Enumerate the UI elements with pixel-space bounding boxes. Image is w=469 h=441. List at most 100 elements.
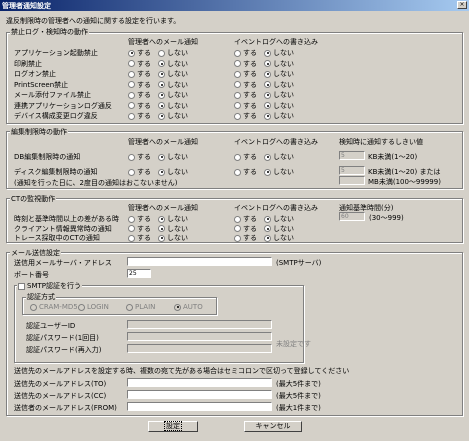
sec1-row-4-log-no-radio-icon[interactable]: [264, 91, 271, 99]
sec3-row-1-log-no-radio-icon[interactable]: [264, 225, 271, 232]
cancel-button[interactable]: キャンセル: [244, 421, 302, 432]
sec1-row-1-mail-yes-radio[interactable]: する: [128, 59, 151, 69]
sec3-row-0-log-no-radio[interactable]: しない: [264, 214, 294, 224]
sec3-row-0-mail-yes-radio[interactable]: する: [128, 214, 151, 224]
sec1-row-1-log-yes-radio-icon[interactable]: [234, 60, 241, 67]
sec3-row-0-mail-no-radio[interactable]: しない: [158, 214, 188, 224]
sec2-row-1-log-no-radio-icon[interactable]: [264, 168, 271, 176]
sec2-row-1-log-yes-radio[interactable]: する: [234, 167, 257, 177]
sec1-row-1-log-no-radio-icon[interactable]: [264, 60, 271, 67]
sec1-row-4-mail-no-radio-icon[interactable]: [158, 91, 165, 99]
sec1-row-4-mail-yes-radio-icon[interactable]: [128, 91, 135, 99]
smtp-server-input[interactable]: [127, 257, 272, 266]
sec3-row-2-mail-no-radio[interactable]: しない: [158, 233, 188, 243]
sec2-row-0-mail-yes-radio[interactable]: する: [128, 152, 151, 162]
sec3-row-2-mail-yes-radio[interactable]: する: [128, 233, 151, 243]
sec1-row-2-log-yes-radio-icon[interactable]: [234, 70, 241, 78]
sec3-row-2-log-yes-radio[interactable]: する: [234, 233, 257, 243]
sec3-row-2-log-no-radio-icon[interactable]: [264, 234, 271, 242]
sec2-row-0-mail-no-radio[interactable]: しない: [158, 152, 188, 162]
sec3-row-1-log-yes-radio[interactable]: する: [234, 224, 257, 234]
sec1-row-1-mail-no-radio[interactable]: しない: [158, 59, 188, 69]
sec2-row-0-log-no-radio-icon[interactable]: [264, 153, 271, 161]
sec1-row-3-log-no-radio[interactable]: しない: [264, 80, 294, 90]
sec1-row-3-mail-yes-radio-icon[interactable]: [128, 81, 135, 88]
sec1-row-4-mail-yes-radio[interactable]: する: [128, 90, 151, 100]
sec1-row-6-log-no-radio[interactable]: しない: [264, 111, 294, 121]
sec1-row-5-log-no-radio-icon[interactable]: [264, 102, 271, 109]
port-input[interactable]: 25: [127, 269, 151, 278]
sec3-row-0-log-no-radio-icon[interactable]: [264, 215, 271, 223]
sec1-row-0-log-no-radio[interactable]: しない: [264, 48, 294, 58]
cc-input[interactable]: [127, 390, 272, 399]
sec1-row-2-mail-yes-radio[interactable]: する: [128, 69, 151, 79]
sec1-row-3-log-no-radio-icon[interactable]: [264, 81, 271, 88]
sec2-row-0-log-no-radio[interactable]: しない: [264, 152, 294, 162]
sec2-row-0-mail-no-radio-icon[interactable]: [158, 153, 165, 161]
smtp-auth-checkbox[interactable]: SMTP認証を行う: [17, 281, 82, 291]
checkbox-icon[interactable]: [18, 282, 25, 290]
sec1-row-3-mail-no-radio[interactable]: しない: [158, 80, 188, 90]
sec1-row-2-mail-no-radio-icon[interactable]: [158, 70, 165, 78]
sec1-row-6-log-yes-radio-icon[interactable]: [234, 112, 241, 120]
sec1-row-6-log-no-radio-icon[interactable]: [264, 112, 271, 120]
sec1-row-5-mail-no-radio[interactable]: しない: [158, 101, 188, 111]
sec3-row-1-mail-yes-radio[interactable]: する: [128, 224, 151, 234]
sec3-row-2-log-no-radio[interactable]: しない: [264, 233, 294, 243]
sec3-row-2-mail-yes-radio-icon[interactable]: [128, 234, 135, 242]
auth-user-input[interactable]: [127, 320, 272, 329]
sec1-row-2-log-yes-radio[interactable]: する: [234, 69, 257, 79]
sec1-row-1-log-no-radio[interactable]: しない: [264, 59, 294, 69]
sec2-row-1-threshold-input[interactable]: 5: [339, 166, 365, 175]
sec1-row-2-log-no-radio[interactable]: しない: [264, 69, 294, 79]
sec1-row-1-mail-yes-radio-icon[interactable]: [128, 60, 135, 67]
sec1-row-4-mail-no-radio[interactable]: しない: [158, 90, 188, 100]
sec3-row-1-log-no-radio[interactable]: しない: [264, 224, 294, 234]
sec2-row-1-mail-no-radio[interactable]: しない: [158, 167, 188, 177]
sec1-row-3-log-yes-radio-icon[interactable]: [234, 81, 241, 88]
sec2-row-1-mail-yes-radio[interactable]: する: [128, 167, 151, 177]
auth-pass2-input[interactable]: [127, 344, 272, 353]
sec2-row-0-threshold-input[interactable]: 5: [339, 151, 365, 160]
sec3-row-2-log-yes-radio-icon[interactable]: [234, 234, 241, 242]
sec3-row-2-mail-no-radio-icon[interactable]: [158, 234, 165, 242]
sec1-row-0-mail-yes-radio[interactable]: する: [128, 48, 151, 58]
from-input[interactable]: [127, 402, 272, 411]
sec1-row-5-log-yes-radio[interactable]: する: [234, 101, 257, 111]
sec1-row-5-mail-yes-radio[interactable]: する: [128, 101, 151, 111]
sec1-row-0-log-yes-radio[interactable]: する: [234, 48, 257, 58]
sec1-row-5-log-yes-radio-icon[interactable]: [234, 102, 241, 109]
auth-pass-input[interactable]: [127, 332, 272, 341]
sec1-row-2-mail-yes-radio-icon[interactable]: [128, 70, 135, 78]
close-icon[interactable]: ×: [457, 1, 467, 9]
sec1-row-6-log-yes-radio[interactable]: する: [234, 111, 257, 121]
sec1-row-0-mail-no-radio-icon[interactable]: [158, 49, 165, 57]
sec1-row-3-log-yes-radio[interactable]: する: [234, 80, 257, 90]
sec3-row-1-mail-yes-radio-icon[interactable]: [128, 225, 135, 232]
sec1-row-5-log-no-radio[interactable]: しない: [264, 101, 294, 111]
sec1-row-0-mail-yes-radio-icon[interactable]: [128, 49, 135, 57]
sec3-row-1-mail-no-radio[interactable]: しない: [158, 224, 188, 234]
sec2-row-1-log-yes-radio-icon[interactable]: [234, 168, 241, 176]
sec1-row-4-log-no-radio[interactable]: しない: [264, 90, 294, 100]
sec3-row-1-log-yes-radio-icon[interactable]: [234, 225, 241, 232]
sec1-row-3-mail-no-radio-icon[interactable]: [158, 81, 165, 88]
sec2-row-1-mail-no-radio-icon[interactable]: [158, 168, 165, 176]
sec1-row-3-mail-yes-radio[interactable]: する: [128, 80, 151, 90]
sec2-row-1-mail-yes-radio-icon[interactable]: [128, 168, 135, 176]
sec1-row-6-mail-yes-radio[interactable]: する: [128, 111, 151, 121]
sec1-row-0-log-yes-radio-icon[interactable]: [234, 49, 241, 57]
sec1-row-0-log-no-radio-icon[interactable]: [264, 49, 271, 57]
to-input[interactable]: [127, 378, 272, 387]
sec1-row-1-mail-no-radio-icon[interactable]: [158, 60, 165, 67]
sec3-row-1-mail-no-radio-icon[interactable]: [158, 225, 165, 232]
mb-threshold-input[interactable]: [339, 176, 365, 185]
sec1-row-1-log-yes-radio[interactable]: する: [234, 59, 257, 69]
ok-button[interactable]: 設定: [148, 421, 198, 432]
sec3-row-0-log-yes-radio-icon[interactable]: [234, 215, 241, 223]
sec1-row-2-log-no-radio-icon[interactable]: [264, 70, 271, 78]
sec1-row-6-mail-no-radio-icon[interactable]: [158, 112, 165, 120]
ct-threshold-input[interactable]: 60: [339, 212, 365, 221]
sec1-row-4-log-yes-radio[interactable]: する: [234, 90, 257, 100]
sec1-row-6-mail-no-radio[interactable]: しない: [158, 111, 188, 121]
